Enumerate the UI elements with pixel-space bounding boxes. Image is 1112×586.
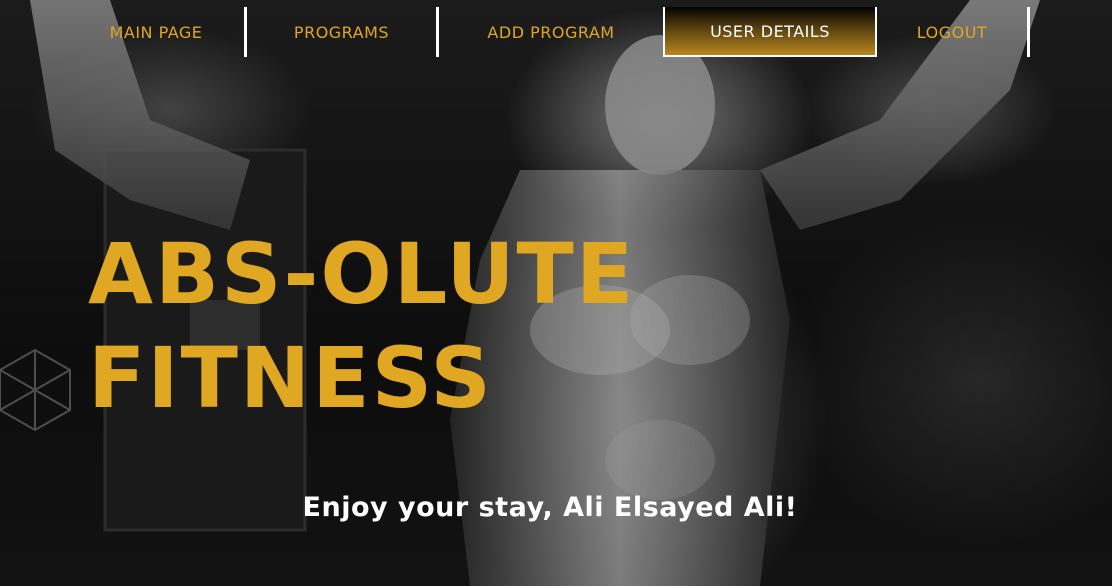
nav-logout[interactable]: LOGOUT: [877, 7, 1027, 57]
home-page: MAIN PAGE PROGRAMS ADD PROGRAM USER DETA…: [0, 0, 1112, 586]
nav-divider: [1027, 7, 1030, 57]
hero-title-line1: ABS-OLUTE: [88, 225, 636, 323]
main-nav: MAIN PAGE PROGRAMS ADD PROGRAM USER DETA…: [68, 7, 1030, 57]
nav-user-details[interactable]: USER DETAILS: [663, 7, 877, 57]
hero-title: ABS-OLUTE FITNESS: [88, 222, 635, 430]
nav-programs[interactable]: PROGRAMS: [247, 7, 436, 57]
nav-add-program[interactable]: ADD PROGRAM: [439, 7, 663, 57]
hero-title-line2: FITNESS: [88, 329, 493, 427]
nav-main-page[interactable]: MAIN PAGE: [68, 7, 244, 57]
welcome-message: Enjoy your stay, Ali Elsayed Ali!: [302, 492, 798, 523]
